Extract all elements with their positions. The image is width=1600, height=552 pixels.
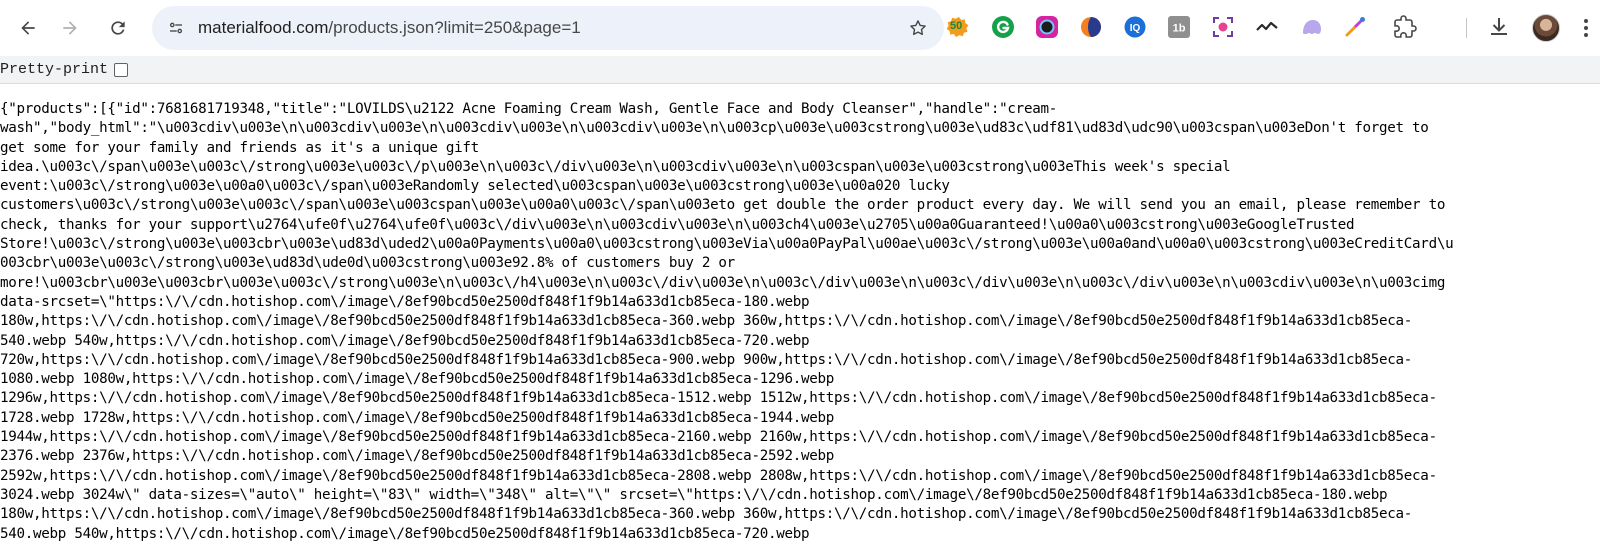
json-text-line: customers\u003c\/strong\u003e\u003c\/spa… — [0, 197, 1446, 214]
svg-text:1b: 1b — [1173, 23, 1186, 35]
json-text-line: wash","body_html":"\u003cdiv\u003e\n\u00… — [0, 120, 1429, 137]
cloud-ghost-icon[interactable] — [1298, 14, 1324, 40]
extension-badge-icon[interactable]: 50 — [946, 14, 972, 40]
screenshot-icon[interactable] — [1210, 14, 1236, 40]
trend-line-icon[interactable] — [1254, 14, 1280, 40]
browser-toolbar: materialfood.com/products.json?limit=250… — [0, 0, 1600, 56]
three-dots-icon[interactable] — [1578, 14, 1594, 42]
back-arrow-icon[interactable] — [10, 10, 46, 46]
url-path: /products.json?limit=250&page=1 — [328, 18, 581, 37]
json-text-line: check, thanks for your support\u2764\ufe… — [0, 216, 1355, 233]
pretty-print-label: Pretty-print — [0, 61, 109, 78]
json-text-line: 1944w,https:\/\/cdn.hotishop.com\/image\… — [0, 429, 1437, 446]
json-text-line: 1296w,https:\/\/cdn.hotishop.com\/image\… — [0, 390, 1437, 407]
url-text[interactable]: materialfood.com/products.json?limit=250… — [198, 18, 581, 38]
json-text-line: 540.webp 540w,https:\/\/cdn.hotishop.com… — [0, 332, 810, 349]
json-text-line: data-srcset=\"https:\/\/cdn.hotishop.com… — [0, 293, 810, 310]
json-text-line: 720w,https:\/\/cdn.hotishop.com\/image\/… — [0, 351, 1413, 368]
json-text-line: event:\u003c\/strong\u003e\u00a0\u003c\/… — [0, 178, 950, 195]
json-text-line: 180w,https:\/\/cdn.hotishop.com\/image\/… — [0, 313, 1413, 330]
svg-text:IQ: IQ — [1130, 23, 1141, 34]
json-text-line: Store!\u003c\/strong\u003e\u003cbr\u003e… — [0, 236, 1454, 253]
json-text-line: 2592w,https:\/\/cdn.hotishop.com\/image\… — [0, 467, 1437, 484]
json-text-line: 540.webp 540w,https:\/\/cdn.hotishop.com… — [0, 525, 810, 542]
json-text-line: get some for your family and friends as … — [0, 139, 479, 156]
url-host: materialfood.com — [198, 18, 329, 37]
toolbar-divider — [1466, 18, 1467, 38]
pretty-print-checkbox[interactable] — [114, 63, 128, 77]
puzzle-icon[interactable] — [1392, 14, 1418, 40]
site-info-icon[interactable] — [160, 12, 192, 44]
json-text-line: 3024.webp 3024w\" data-sizes=\"auto\" he… — [0, 486, 1388, 503]
json-text-line: more!\u003cbr\u003e\u003cbr\u003e\u003c\… — [0, 274, 1446, 291]
color-picker-icon[interactable] — [1342, 14, 1368, 40]
reload-icon[interactable] — [100, 10, 136, 46]
star-icon[interactable] — [902, 12, 934, 44]
camera-ring-icon[interactable] — [1034, 14, 1060, 40]
json-text-line: {"products":[{"id":7681681719348,"title"… — [0, 101, 1057, 117]
avatar[interactable] — [1532, 14, 1560, 42]
extension-badge-text: 50 — [950, 20, 963, 32]
download-icon[interactable] — [1486, 14, 1512, 40]
forward-arrow-icon[interactable] — [52, 10, 88, 46]
json-text-line: 003cbr\u003e\u003c\/strong\u003e\ud83d\u… — [0, 255, 735, 272]
json-content: {"products":[{"id":7681681719348,"title"… — [0, 100, 1600, 552]
json-text-line: 180w,https:\/\/cdn.hotishop.com\/image\/… — [0, 506, 1413, 523]
pretty-print-bar: Pretty-print — [0, 56, 1600, 84]
json-text-line: 2376.webp 2376w,https:\/\/cdn.hotishop.c… — [0, 448, 835, 465]
json-text-line: 1728.webp 1728w,https:\/\/cdn.hotishop.c… — [0, 409, 835, 426]
address-bar[interactable]: materialfood.com/products.json?limit=250… — [152, 6, 944, 50]
iq-icon[interactable]: IQ — [1122, 14, 1148, 40]
tb-icon[interactable]: 1b — [1166, 14, 1192, 40]
grammarly-icon[interactable] — [990, 14, 1016, 40]
half-moon-icon[interactable] — [1078, 14, 1104, 40]
json-text-line: idea.\u003c\/span\u003e\u003c\/strong\u0… — [0, 158, 1231, 175]
json-text-line: 1080.webp 1080w,https:\/\/cdn.hotishop.c… — [0, 371, 835, 388]
